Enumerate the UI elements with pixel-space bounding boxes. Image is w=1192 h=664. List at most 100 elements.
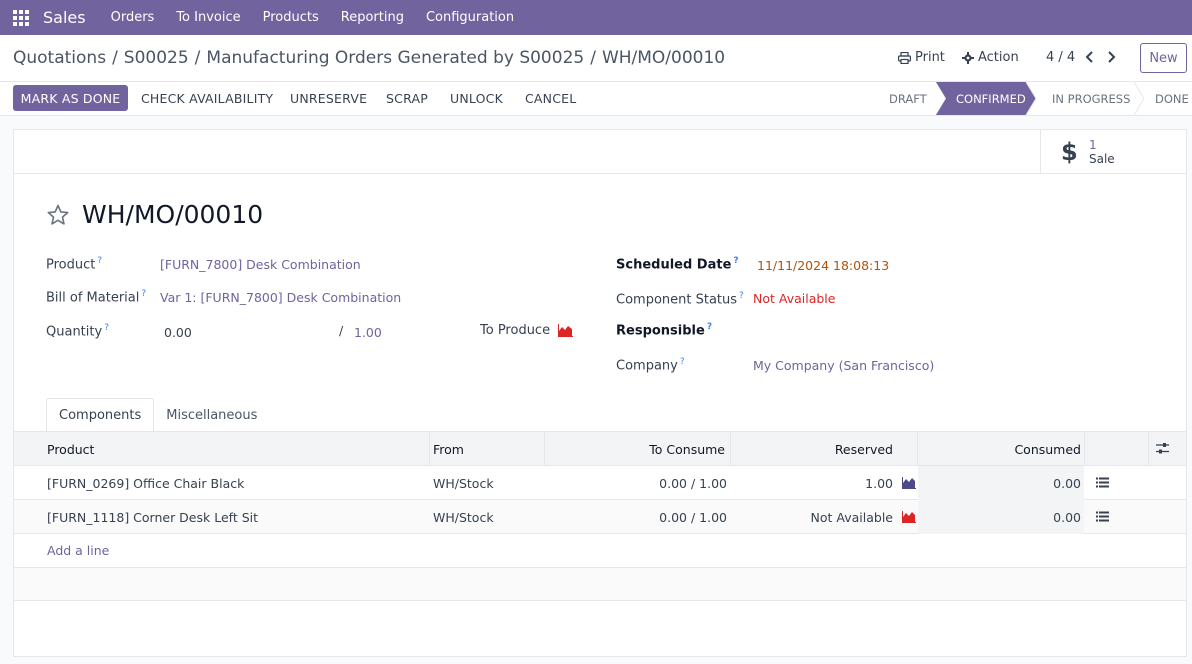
chevron-left-icon[interactable] [1083,50,1097,64]
list-details-icon[interactable] [1096,511,1109,522]
help-icon[interactable]: ? [739,291,744,301]
quantity-label-text: Quantity [46,324,103,340]
unlock-button[interactable]: UNLOCK [450,85,503,111]
help-icon[interactable]: ? [141,289,146,299]
row-product[interactable]: [FURN_0269] Office Chair Black [47,466,244,500]
to-produce-label: To Produce [480,323,551,338]
form-sheet: $ 1 Sale WH/MO/00010 Product? [FURN_7800… [13,129,1187,657]
quantity-total-input[interactable]: 1.00 [354,325,382,340]
scheduled-date-field[interactable]: 11/11/2024 18:08:13 [757,258,889,273]
component-status-label-text: Component Status [616,292,738,308]
stage-confirmed[interactable]: CONFIRMED [956,82,1026,115]
menu-orders[interactable]: Orders [100,10,166,25]
breadcrumb-separator: / [194,48,201,68]
breadcrumb-current: WH/MO/00010 [601,48,726,68]
mark-as-done-button[interactable]: MARK AS DONE [13,85,128,111]
check-availability-button[interactable]: CHECK AVAILABILITY [141,85,273,111]
breadcrumb-quotations[interactable]: Quotations [13,48,106,68]
chevron-right-icon[interactable] [1104,50,1118,64]
product-label-text: Product [46,257,96,273]
new-button[interactable]: New [1140,43,1187,73]
table-footer [14,567,1186,601]
component-status-label: Component Status? [616,291,744,307]
responsible-field[interactable] [753,320,953,338]
printer-icon [898,51,911,64]
col-consumed[interactable]: Consumed [918,432,1081,466]
quantity-produced-input[interactable]: 0.00 [164,325,192,340]
col-product[interactable]: Product [47,432,94,466]
action-button[interactable]: Action [962,50,1019,65]
cancel-button[interactable]: CANCEL [525,85,576,111]
help-icon[interactable]: ? [707,322,712,332]
help-icon[interactable]: ? [680,357,685,367]
column-divider [429,432,430,466]
sale-count: 1 [1089,138,1097,152]
row-to-consume[interactable]: 0.00 / 1.00 [545,466,727,500]
column-divider [1084,432,1085,466]
responsible-label-text: Responsible [616,323,705,339]
pager-value[interactable]: 4 / 4 [1046,50,1075,65]
row-from[interactable]: WH/Stock [433,466,494,500]
company-label: Company? [616,357,685,373]
scrap-button[interactable]: SCRAP [386,85,428,111]
row-from[interactable]: WH/Stock [433,500,494,534]
company-field[interactable]: My Company (San Francisco) [753,358,934,373]
breadcrumb-separator: / [590,48,596,68]
tab-miscellaneous[interactable]: Miscellaneous [154,398,269,432]
table-row[interactable]: [FURN_1118] Corner Desk Left Sit WH/Stoc… [14,500,1186,534]
star-icon[interactable] [46,203,70,227]
row-consumed[interactable]: 0.00 [918,466,1081,500]
status-bar: MARK AS DONE CHECK AVAILABILITY UNRESERV… [0,82,1192,116]
row-to-consume[interactable]: 0.00 / 1.00 [545,500,727,534]
forecast-chart-icon[interactable] [902,477,916,489]
row-consumed[interactable]: 0.00 [918,500,1081,534]
list-details-icon[interactable] [1096,477,1109,488]
title-row: WH/MO/00010 [46,200,263,229]
menu-to-invoice[interactable]: To Invoice [165,10,251,25]
optional-columns-icon[interactable] [1156,442,1169,455]
stage-draft[interactable]: DRAFT [889,82,927,115]
stage-in-progress[interactable]: IN PROGRESS [1052,82,1130,115]
col-reserved[interactable]: Reserved [731,432,893,466]
table-header: Product From To Consume Reserved Consume… [14,431,1186,466]
menu-products[interactable]: Products [252,10,330,25]
app-name[interactable]: Sales [43,8,86,27]
scheduled-date-label: Scheduled Date? [616,256,739,272]
breadcrumb-separator: / [112,48,118,68]
forecast-chart-icon[interactable] [902,511,916,523]
forecast-chart-icon[interactable] [558,324,573,337]
bom-label: Bill of Material? [46,289,146,305]
bom-field[interactable]: Var 1: [FURN_7800] Desk Combination [160,290,401,305]
dollar-icon: $ [1061,138,1078,166]
col-from[interactable]: From [433,432,464,466]
row-reserved: Not Available [810,509,893,525]
smart-button-box: $ 1 Sale [14,130,1186,174]
table-row[interactable]: [FURN_0269] Office Chair Black WH/Stock … [14,466,1186,500]
menu-reporting[interactable]: Reporting [330,10,415,25]
help-icon[interactable]: ? [97,256,102,266]
stage-done[interactable]: DONE [1155,82,1189,115]
help-icon[interactable]: ? [104,323,109,333]
notebook-tabs: Components Miscellaneous [46,398,269,432]
print-label: Print [915,50,945,65]
product-field[interactable]: [FURN_7800] Desk Combination [160,257,361,272]
print-button[interactable]: Print [898,50,945,65]
tab-components[interactable]: Components [46,398,155,432]
components-table: Product From To Consume Reserved Consume… [14,431,1186,601]
record-title: WH/MO/00010 [82,200,264,229]
help-icon[interactable]: ? [733,256,738,266]
row-product[interactable]: [FURN_1118] Corner Desk Left Sit [47,500,258,534]
sale-label: Sale [1089,152,1115,166]
col-to-consume[interactable]: To Consume [545,432,725,466]
breadcrumb-sale-order[interactable]: S00025 [124,48,189,68]
responsible-label: Responsible? [616,322,712,338]
sale-smart-button[interactable]: $ 1 Sale [1040,130,1186,174]
breadcrumb-manufacturing-orders[interactable]: Manufacturing Orders Generated by S00025 [206,48,584,68]
menu-configuration[interactable]: Configuration [415,10,525,25]
top-navbar: Sales Orders To Invoice Products Reporti… [0,0,1192,35]
unreserve-button[interactable]: UNRESERVE [290,85,367,111]
add-line-link[interactable]: Add a line [47,543,109,558]
quantity-label: Quantity? [46,323,109,339]
apps-grid-icon[interactable] [13,9,29,26]
action-label: Action [978,50,1019,65]
